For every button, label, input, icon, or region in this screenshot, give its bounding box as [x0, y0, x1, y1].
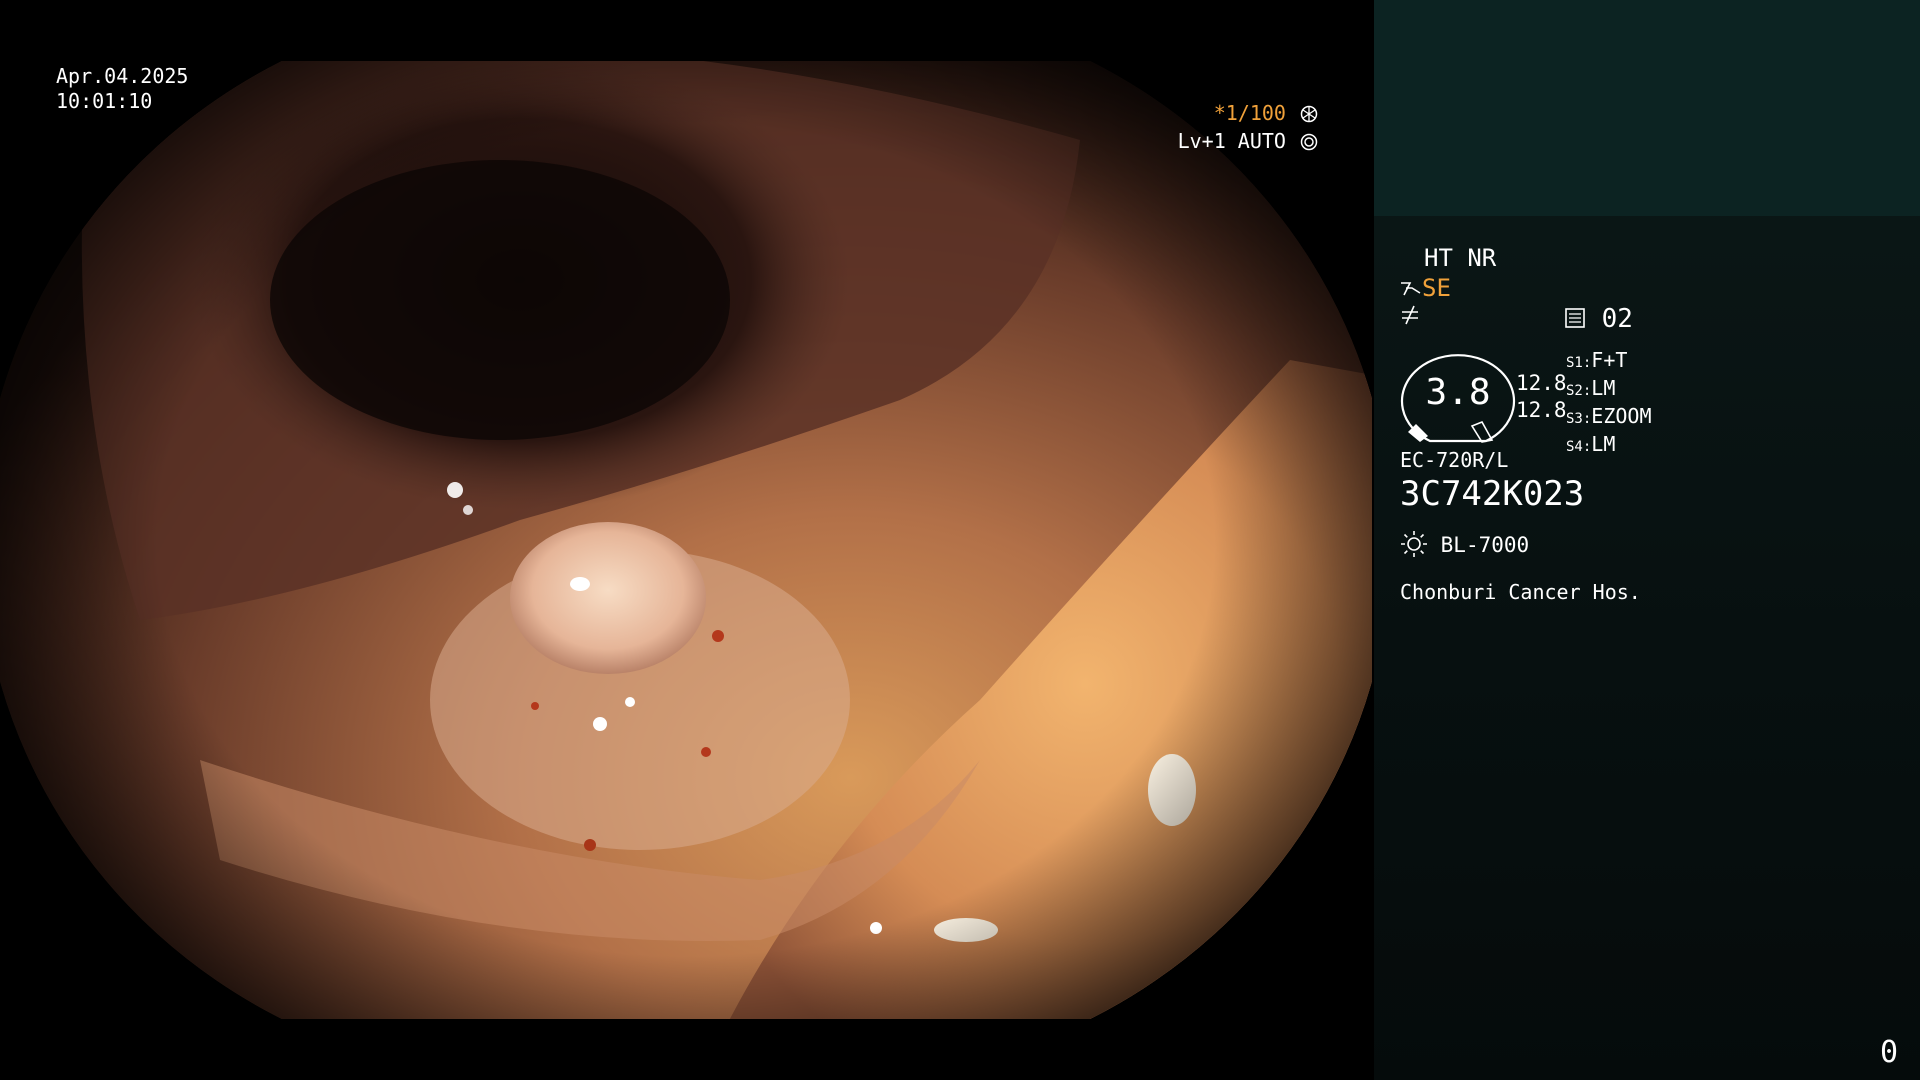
sym-row	[1400, 304, 1420, 332]
aperture-icon	[1300, 133, 1318, 151]
channel-value: 02	[1601, 304, 1633, 334]
zoom-readout: *1/100 Lv+1 AUTO	[1178, 99, 1318, 155]
light-source-row: BL-7000	[1400, 530, 1529, 558]
scope-model: EC-720R/L	[1400, 448, 1509, 472]
scissors-se-icon	[1401, 282, 1421, 296]
gauge-value: 3.8	[1425, 372, 1491, 413]
number-2: 12.8	[1516, 398, 1567, 422]
datetime-readout: Apr.04.2025 10:01:10	[56, 64, 188, 114]
se-row: SE	[1400, 274, 1451, 302]
zoom-ratio: *1/100	[1213, 101, 1286, 125]
info-panel: HT NR SE 02 3.8 12.8 12.8 S1:F+T S2:LM S…	[1374, 0, 1920, 1080]
memo-icon	[1565, 308, 1585, 328]
channel-row: 02	[1564, 304, 1633, 334]
gauge-numbers: 12.8 12.8	[1516, 370, 1567, 424]
shutter-icon	[1300, 105, 1318, 123]
scope-serial: 3C742K023	[1400, 474, 1585, 514]
hospital-name: Chonburi Cancer Hos.	[1400, 580, 1641, 604]
slot-row: S2:LM	[1566, 376, 1616, 400]
time-label: 10:01:10	[56, 89, 153, 113]
number-1: 12.8	[1516, 371, 1567, 395]
scope-switch-list: S1:F+T S2:LM S3:EZOOM S4:LM	[1566, 348, 1652, 460]
endoscope-view: Apr.04.2025 10:01:10 *1/100 Lv+1 AUTO	[0, 0, 1372, 1080]
slot-row: S4:LM	[1566, 432, 1616, 456]
slot-row: S3:EZOOM	[1566, 404, 1652, 428]
se-label: SE	[1422, 274, 1451, 302]
slot-row: S1:F+T	[1566, 348, 1628, 372]
date-label: Apr.04.2025	[56, 64, 189, 88]
not-equal-icon	[1402, 305, 1418, 325]
endoscopic-image	[0, 61, 1372, 1019]
panel-header-block	[1374, 0, 1920, 216]
light-source-label: BL-7000	[1440, 533, 1530, 557]
ht-nr-label: HT NR	[1424, 244, 1497, 272]
sun-icon	[1401, 531, 1427, 557]
image-counter: 0	[1879, 1035, 1898, 1070]
level-mode: Lv+1 AUTO	[1177, 129, 1286, 153]
